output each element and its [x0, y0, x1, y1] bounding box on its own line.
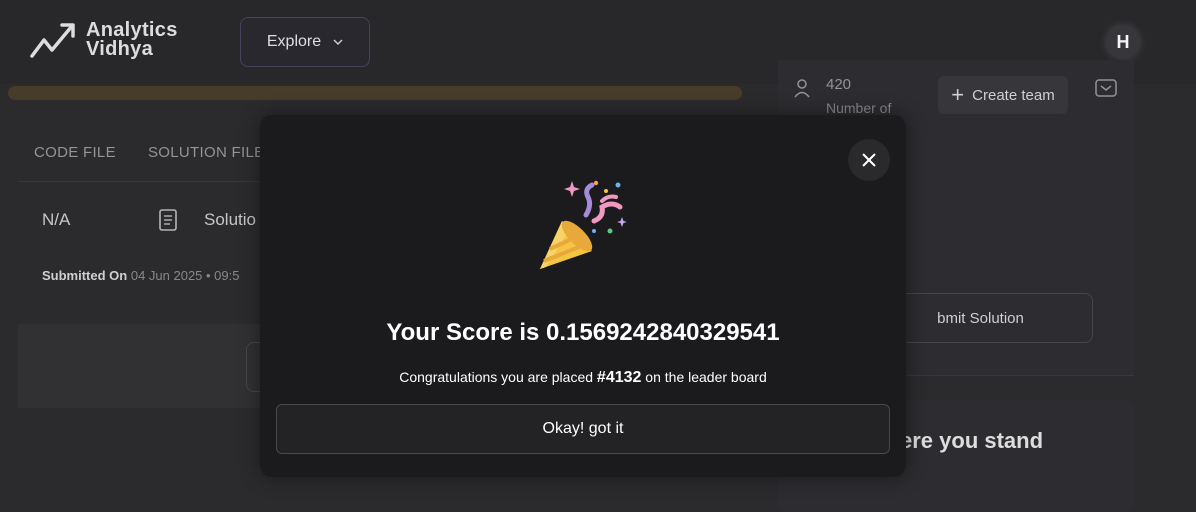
score-modal: Your Score is 0.1569242840329541 Congrat…: [260, 115, 906, 477]
score-value: 0.1569242840329541: [546, 319, 780, 346]
score-prefix: Your Score is: [386, 319, 547, 346]
okay-got-it-button[interactable]: Okay! got it: [276, 404, 890, 454]
close-icon: [862, 153, 876, 167]
okay-label: Okay! got it: [542, 420, 624, 437]
close-button[interactable]: [848, 139, 890, 181]
congrats-message: Congratulations you are placed #4132 on …: [260, 369, 906, 387]
party-popper-icon: [540, 180, 627, 269]
score-heading: Your Score is 0.1569242840329541: [260, 319, 906, 347]
rank-value: #4132: [596, 369, 642, 386]
congrats-suffix: on the leader board: [641, 369, 767, 385]
congrats-prefix: Congratulations you are placed: [399, 369, 597, 385]
